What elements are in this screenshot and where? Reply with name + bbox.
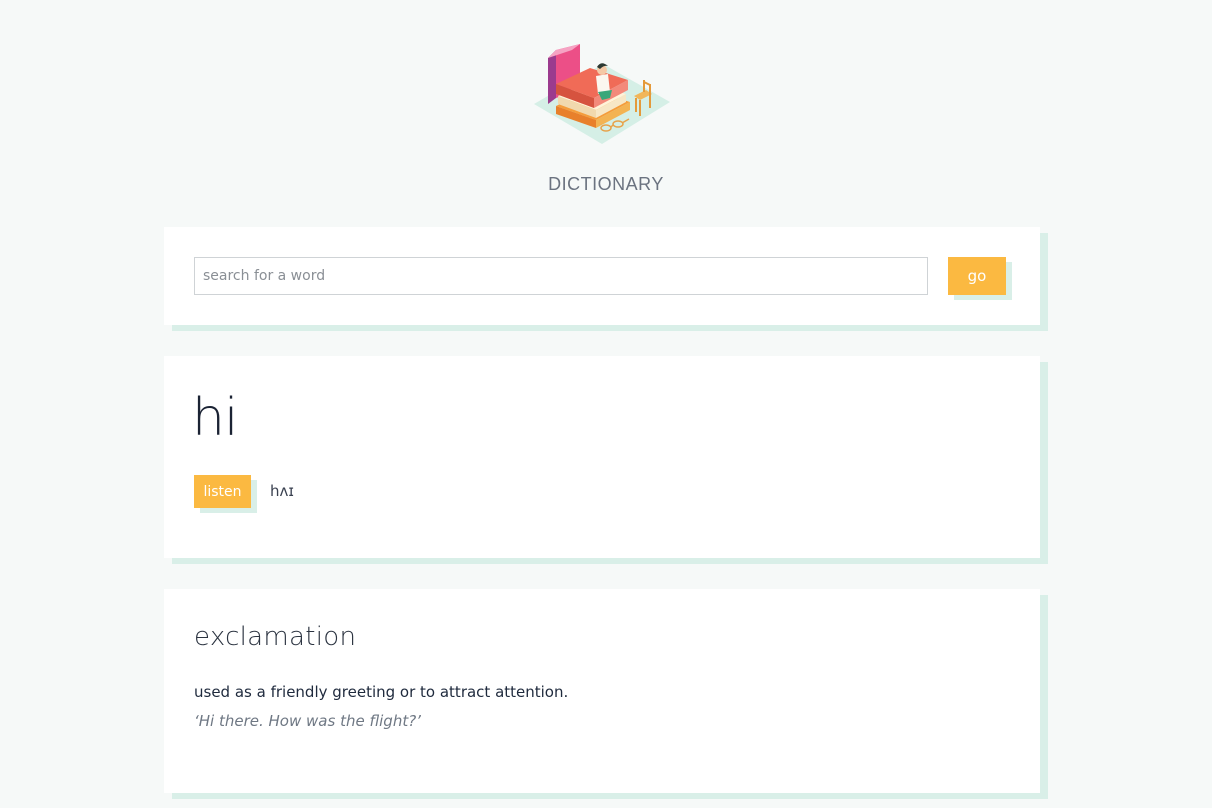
definition-text: used as a friendly greeting or to attrac…	[194, 683, 569, 701]
search-input[interactable]	[194, 257, 928, 295]
word-heading: hi	[192, 388, 238, 448]
word-card: hi listen hʌɪ	[164, 356, 1040, 558]
search-card: go	[164, 227, 1040, 325]
app-title: DICTIONARY	[548, 174, 664, 194]
phonetic-text: hʌɪ	[270, 482, 294, 500]
listen-button[interactable]: listen	[194, 475, 251, 508]
go-button[interactable]: go	[948, 257, 1006, 295]
books-reading-illustration-icon	[534, 44, 670, 144]
part-of-speech: exclamation	[194, 622, 357, 652]
meaning-card: exclamation used as a friendly greeting …	[164, 589, 1040, 793]
example-text: ‘Hi there. How was the flight?’	[194, 712, 421, 730]
dictionary-app: DICTIONARY go hi listen hʌɪ exclamation …	[0, 0, 1212, 808]
